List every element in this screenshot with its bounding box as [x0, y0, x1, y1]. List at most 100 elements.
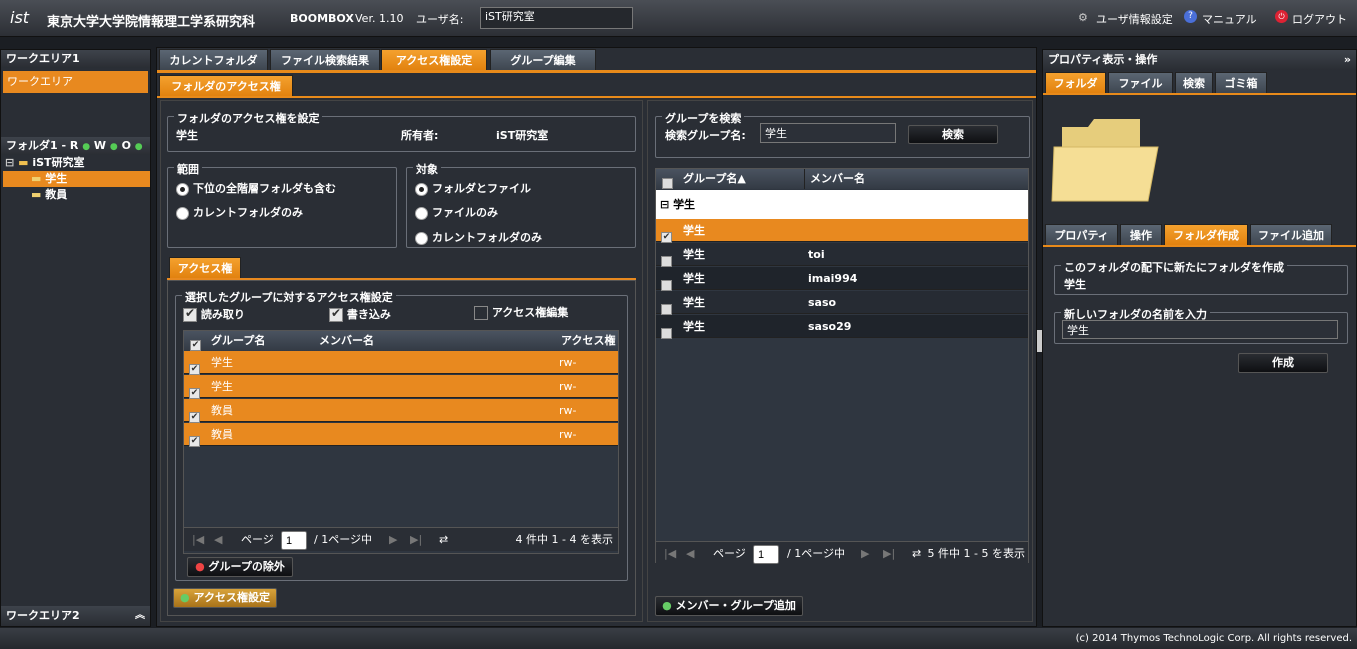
radio-icon[interactable]: [176, 206, 189, 220]
table-row[interactable]: 学生 saso: [656, 291, 1028, 315]
right-subtab-underline: [1043, 245, 1356, 247]
tree-root[interactable]: ⊟ ▬ iST研究室: [1, 155, 150, 171]
col-access[interactable]: アクセス権: [561, 331, 615, 351]
table-row[interactable]: 学生 imai994: [656, 267, 1028, 291]
subtab-folder-access[interactable]: フォルダのアクセス権: [159, 75, 293, 96]
logout-link[interactable]: ログアウト: [1292, 11, 1347, 27]
last-page-icon[interactable]: ▶|: [883, 542, 895, 566]
checkbox-icon[interactable]: ✔: [183, 307, 197, 322]
tab-trash[interactable]: ゴミ箱: [1215, 72, 1267, 93]
next-page-icon[interactable]: ▶: [389, 528, 397, 552]
target-option-current[interactable]: カレントフォルダのみ: [415, 229, 542, 245]
remove-group-button[interactable]: ● グループの除外: [187, 557, 293, 577]
table-row[interactable]: ✔ 教員 rw-: [184, 423, 618, 447]
prev-page-icon[interactable]: ◀: [686, 542, 694, 566]
tab-folder[interactable]: フォルダ: [1045, 72, 1106, 93]
folder-icon: ▬: [31, 188, 42, 201]
tab-search[interactable]: 検索: [1175, 72, 1213, 93]
row-checkbox[interactable]: ✔: [661, 231, 672, 243]
tab-current-folder[interactable]: カレントフォルダ: [159, 49, 268, 70]
tab-file[interactable]: ファイル: [1108, 72, 1173, 93]
table-row[interactable]: ✔ 学生: [656, 219, 1028, 243]
collapse-right-icon[interactable]: »: [1344, 50, 1351, 70]
checkbox-icon[interactable]: [474, 306, 488, 320]
write-checkbox[interactable]: ✔ 書き込み: [329, 306, 391, 322]
col-member[interactable]: メンバー名: [810, 169, 865, 189]
row-checkbox[interactable]: [661, 255, 672, 267]
row-checkbox[interactable]: ✔: [189, 387, 200, 399]
workarea-item[interactable]: ワークエリア: [3, 71, 148, 93]
checkbox-icon[interactable]: ✔: [329, 307, 343, 322]
tab-operations[interactable]: 操作: [1120, 224, 1162, 245]
collapse-icon[interactable]: ⊟: [660, 198, 669, 211]
row-checkbox[interactable]: ✔: [189, 363, 200, 375]
row-checkbox[interactable]: [661, 303, 672, 315]
cell-group: 学生: [683, 320, 705, 333]
edit-checkbox[interactable]: アクセス権編集: [474, 304, 568, 320]
cell-member: saso29: [808, 320, 852, 333]
create-button[interactable]: 作成: [1238, 353, 1328, 373]
select-all-checkbox[interactable]: [662, 177, 673, 189]
page-input[interactable]: [281, 531, 307, 550]
tab-create-folder[interactable]: フォルダ作成: [1164, 224, 1248, 245]
col-divider: [804, 169, 805, 189]
page-input[interactable]: [753, 545, 779, 564]
select-all-checkbox[interactable]: ✔: [190, 339, 201, 351]
user-settings-link[interactable]: ユーザ情報設定: [1096, 11, 1173, 27]
table-row[interactable]: 学生 saso29: [656, 315, 1028, 339]
search-button[interactable]: 検索: [908, 125, 998, 144]
gear-icon[interactable]: ⚙: [1078, 11, 1088, 24]
target-option-both[interactable]: フォルダとファイル: [415, 180, 531, 196]
write-label: 書き込み: [346, 308, 391, 321]
folder-name-input[interactable]: [1062, 320, 1338, 339]
cell-member: imai994: [808, 272, 858, 285]
folder-preview-icon: [1051, 119, 1159, 202]
tree-item-students[interactable]: ▬ 学生: [3, 171, 150, 187]
table-row[interactable]: 学生 toi: [656, 243, 1028, 267]
refresh-icon[interactable]: ⇄: [912, 542, 921, 566]
next-page-icon[interactable]: ▶: [861, 542, 869, 566]
read-label: 読み取り: [200, 308, 245, 321]
radio-icon[interactable]: [176, 182, 189, 196]
tree-item-faculty[interactable]: ▬ 教員: [1, 187, 150, 203]
prev-page-icon[interactable]: ◀: [214, 528, 222, 552]
tab-permissions[interactable]: アクセス権: [169, 257, 241, 278]
collapse-up-icon[interactable]: ︽: [135, 606, 145, 626]
table-row[interactable]: ✔ 学生 rw-: [184, 351, 618, 375]
target-option-files[interactable]: ファイルのみ: [415, 204, 498, 220]
add-member-group-button[interactable]: ● メンバー・グループ追加: [655, 596, 803, 616]
table-row[interactable]: ✔ 教員 rw-: [184, 399, 618, 423]
col-group[interactable]: グループ名▲: [683, 169, 746, 189]
col-group[interactable]: グループ名: [211, 331, 265, 351]
row-checkbox[interactable]: ✔: [189, 411, 200, 423]
read-checkbox[interactable]: ✔ 読み取り: [183, 306, 245, 322]
search-input[interactable]: [760, 123, 896, 143]
row-checkbox[interactable]: [661, 327, 672, 339]
scope-option-all[interactable]: 下位の全階層フォルダも含む: [176, 180, 336, 196]
subtab-underline: [157, 96, 1036, 98]
group-header-row[interactable]: ⊟ 学生: [656, 190, 1028, 219]
radio-icon[interactable]: [415, 231, 428, 245]
radio-icon[interactable]: [415, 182, 428, 196]
tab-add-file[interactable]: ファイル追加: [1250, 224, 1332, 245]
power-icon[interactable]: ⏻: [1275, 10, 1288, 23]
first-page-icon[interactable]: |◀: [664, 542, 676, 566]
collapse-icon[interactable]: ⊟: [5, 156, 14, 169]
first-page-icon[interactable]: |◀: [192, 528, 204, 552]
tab-file-search[interactable]: ファイル検索結果: [270, 49, 380, 70]
refresh-icon[interactable]: ⇄: [439, 528, 448, 552]
search-label: 検索グループ名:: [665, 129, 746, 142]
radio-icon[interactable]: [415, 206, 428, 220]
row-checkbox[interactable]: ✔: [189, 435, 200, 447]
tab-properties[interactable]: プロパティ: [1045, 224, 1118, 245]
help-icon[interactable]: ?: [1184, 10, 1197, 23]
last-page-icon[interactable]: ▶|: [410, 528, 422, 552]
col-member[interactable]: メンバー名: [319, 331, 374, 351]
manual-link[interactable]: マニュアル: [1202, 11, 1257, 27]
row-checkbox[interactable]: [661, 279, 672, 291]
scope-option-current[interactable]: カレントフォルダのみ: [176, 204, 303, 220]
apply-access-button[interactable]: ● アクセス権設定: [173, 588, 277, 608]
table-row[interactable]: ✔ 学生 rw-: [184, 375, 618, 399]
tab-group-edit[interactable]: グループ編集: [490, 49, 596, 70]
tab-access-settings[interactable]: アクセス権設定: [381, 49, 487, 70]
